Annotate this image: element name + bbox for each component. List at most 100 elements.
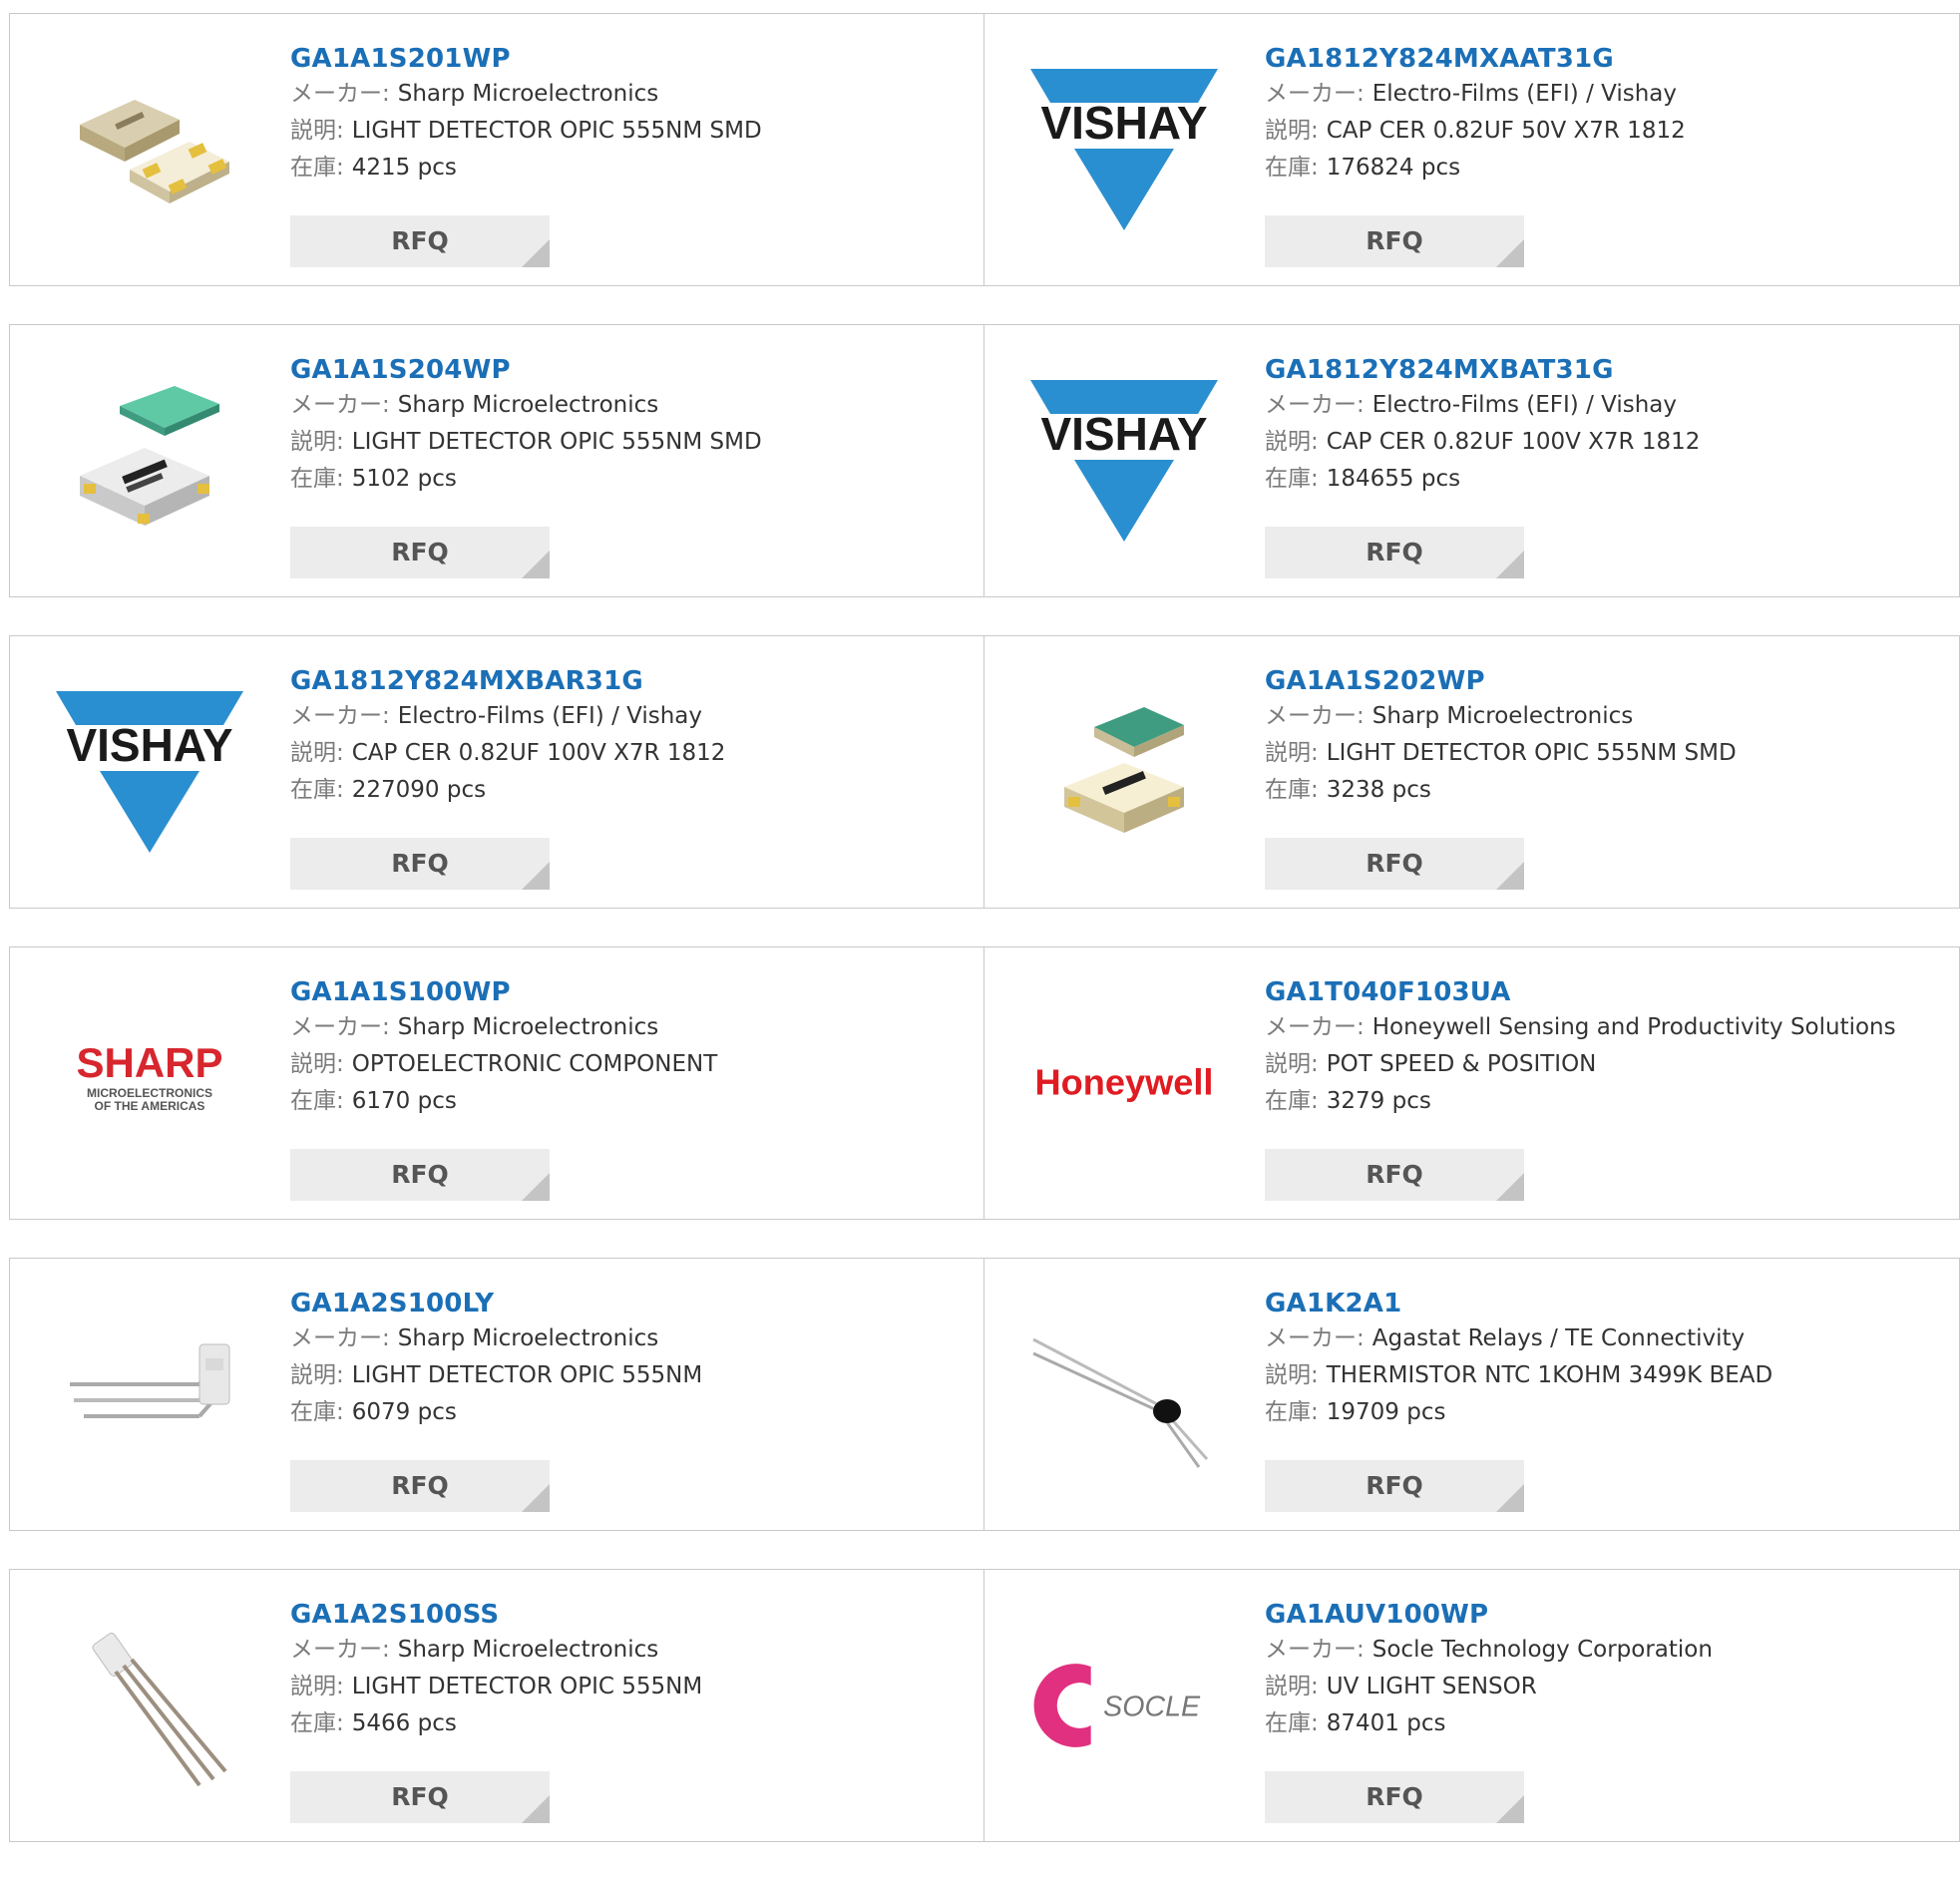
description-value: POT SPEED & POSITION	[1326, 1051, 1597, 1077]
honeywell-logo[interactable]: Honeywell	[1024, 983, 1224, 1183]
smd-sensor-image[interactable]	[50, 50, 249, 249]
rfq-button[interactable]: RFQ	[290, 1460, 550, 1512]
maker-line: メーカー: Sharp Microelectronics	[290, 1320, 974, 1357]
vishay-logo-text: VISHAY	[66, 719, 232, 771]
rfq-label: RFQ	[1366, 1471, 1423, 1500]
vishay-logo-text: VISHAY	[1040, 408, 1207, 460]
description-label: 説明:	[1265, 1051, 1319, 1077]
rfq-label: RFQ	[391, 1471, 449, 1500]
corner-triangle-icon	[1496, 862, 1524, 890]
description-line: 説明: CAP CER 0.82UF 50V X7R 1812	[1265, 113, 1949, 150]
maker-value: Sharp Microelectronics	[397, 1325, 659, 1351]
maker-label: メーカー:	[1265, 392, 1365, 418]
stock-line: 在庫: 227090 pcs	[290, 772, 974, 809]
product-grid: GA1A1S201WP メーカー: Sharp Microelectronics …	[9, 13, 1960, 1880]
description-label: 説明:	[290, 1674, 344, 1699]
part-number-link[interactable]: GA1K2A1	[1265, 1287, 1949, 1320]
part-number-link[interactable]: GA1812Y824MXBAT31G	[1265, 353, 1949, 387]
part-number-link[interactable]: GA1A1S204WP	[290, 353, 974, 387]
smd-sensor-image[interactable]	[50, 361, 249, 561]
description-value: CAP CER 0.82UF 100V X7R 1812	[1326, 429, 1701, 455]
rfq-button[interactable]: RFQ	[1265, 1460, 1524, 1512]
description-line: 説明: LIGHT DETECTOR OPIC 555NM	[290, 1357, 974, 1394]
description-label: 説明:	[1265, 429, 1319, 455]
product-info: GA1A2S100SS メーカー: Sharp Microelectronics …	[290, 1598, 974, 1742]
stock-label: 在庫:	[1265, 466, 1319, 492]
corner-triangle-icon	[522, 1173, 550, 1201]
socle-logo[interactable]: SOCLE	[1024, 1606, 1224, 1805]
maker-value: Socle Technology Corporation	[1372, 1637, 1713, 1663]
maker-line: メーカー: Electro-Films (EFI) / Vishay	[1265, 76, 1949, 113]
product-card: VISHAY GA1812Y824MXBAR31G メーカー: Electro-F…	[9, 635, 984, 909]
rfq-button[interactable]: RFQ	[1265, 838, 1524, 890]
part-number-link[interactable]: GA1A1S201WP	[290, 42, 974, 76]
part-number-link[interactable]: GA1A1S202WP	[1265, 664, 1949, 698]
stock-label: 在庫:	[290, 1710, 344, 1736]
stock-label: 在庫:	[290, 466, 344, 492]
rfq-label: RFQ	[391, 849, 449, 878]
vishay-logo[interactable]: VISHAY	[1024, 361, 1224, 561]
rfq-button[interactable]: RFQ	[290, 1149, 550, 1201]
corner-triangle-icon	[1496, 1484, 1524, 1512]
rfq-button[interactable]: RFQ	[1265, 527, 1524, 578]
product-info: GA1812Y824MXBAT31G メーカー: Electro-Films (E…	[1265, 353, 1949, 498]
product-info: GA1K2A1 メーカー: Agastat Relays / TE Connect…	[1265, 1287, 1949, 1431]
stock-value: 3279 pcs	[1326, 1088, 1431, 1114]
rfq-button[interactable]: RFQ	[290, 1771, 550, 1823]
maker-label: メーカー:	[1265, 1637, 1365, 1663]
description-line: 説明: LIGHT DETECTOR OPIC 555NM SMD	[290, 113, 974, 150]
product-row: SHARP MICROELECTRONICS OF THE AMERICAS G…	[9, 946, 1960, 1220]
maker-label: メーカー:	[290, 392, 390, 418]
product-card: GA1K2A1 メーカー: Agastat Relays / TE Connect…	[984, 1258, 1960, 1531]
smd-sensor-image[interactable]	[1024, 672, 1224, 872]
rfq-button[interactable]: RFQ	[1265, 1149, 1524, 1201]
maker-line: メーカー: Socle Technology Corporation	[1265, 1632, 1949, 1669]
description-line: 説明: LIGHT DETECTOR OPIC 555NM	[290, 1669, 974, 1705]
sharp-logo[interactable]: SHARP MICROELECTRONICS OF THE AMERICAS	[50, 983, 249, 1183]
description-value: OPTOELECTRONIC COMPONENT	[351, 1051, 718, 1077]
maker-value: Electro-Films (EFI) / Vishay	[1372, 392, 1678, 418]
rfq-button[interactable]: RFQ	[1265, 215, 1524, 267]
maker-line: メーカー: Sharp Microelectronics	[290, 1632, 974, 1669]
description-label: 説明:	[1265, 740, 1319, 766]
part-number-link[interactable]: GA1A2S100LY	[290, 1287, 974, 1320]
part-number-link[interactable]: GA1A1S100WP	[290, 975, 974, 1009]
thermistor-image[interactable]	[1024, 1295, 1224, 1494]
description-value: LIGHT DETECTOR OPIC 555NM	[351, 1362, 703, 1388]
vishay-logo-text: VISHAY	[1040, 97, 1207, 149]
corner-triangle-icon	[522, 1795, 550, 1823]
stock-line: 在庫: 3238 pcs	[1265, 772, 1949, 809]
product-row: VISHAY GA1812Y824MXBAR31G メーカー: Electro-F…	[9, 635, 1960, 909]
part-number-link[interactable]: GA1812Y824MXAAT31G	[1265, 42, 1949, 76]
rfq-label: RFQ	[391, 538, 449, 566]
rfq-button[interactable]: RFQ	[1265, 1771, 1524, 1823]
maker-label: メーカー:	[1265, 81, 1365, 107]
stock-line: 在庫: 19709 pcs	[1265, 1394, 1949, 1431]
stock-label: 在庫:	[1265, 777, 1319, 803]
vishay-logo[interactable]: VISHAY	[1024, 50, 1224, 249]
product-info: GA1T040F103UA メーカー: Honeywell Sensing and…	[1265, 975, 1949, 1120]
rfq-button[interactable]: RFQ	[290, 527, 550, 578]
part-number-link[interactable]: GA1A2S100SS	[290, 1598, 974, 1632]
part-number-link[interactable]: GA1T040F103UA	[1265, 975, 1949, 1009]
maker-line: メーカー: Electro-Films (EFI) / Vishay	[1265, 387, 1949, 424]
sharp-logo-subtitle: OF THE AMERICAS	[95, 1099, 205, 1113]
rfq-button[interactable]: RFQ	[290, 838, 550, 890]
maker-label: メーカー:	[1265, 1325, 1365, 1351]
part-number-link[interactable]: GA1AUV100WP	[1265, 1598, 1949, 1632]
leaded-sensor-image[interactable]	[50, 1606, 249, 1805]
maker-label: メーカー:	[1265, 1014, 1365, 1040]
maker-value: Sharp Microelectronics	[397, 1637, 659, 1663]
part-number-link[interactable]: GA1812Y824MXBAR31G	[290, 664, 974, 698]
maker-value: Sharp Microelectronics	[397, 1014, 659, 1040]
vishay-logo[interactable]: VISHAY	[50, 672, 249, 872]
description-label: 説明:	[1265, 118, 1319, 144]
product-info: GA1A1S204WP メーカー: Sharp Microelectronics …	[290, 353, 974, 498]
leaded-sensor-image[interactable]	[50, 1295, 249, 1494]
maker-value: Sharp Microelectronics	[1372, 703, 1634, 729]
rfq-button[interactable]: RFQ	[290, 215, 550, 267]
honeywell-logo-text: Honeywell	[1035, 1061, 1214, 1102]
product-row: GA1A1S201WP メーカー: Sharp Microelectronics …	[9, 13, 1960, 286]
maker-value: Agastat Relays / TE Connectivity	[1372, 1325, 1746, 1351]
corner-triangle-icon	[522, 1484, 550, 1512]
